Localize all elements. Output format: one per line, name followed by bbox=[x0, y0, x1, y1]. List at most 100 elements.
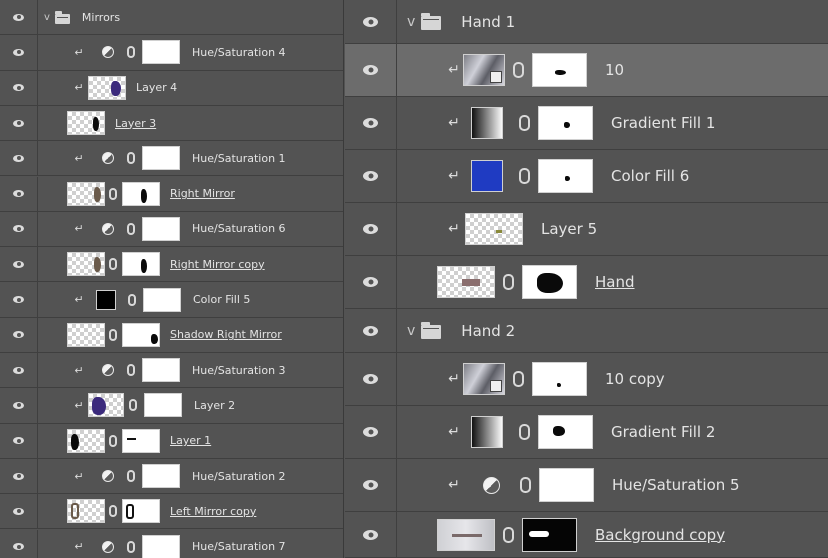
visibility-toggle[interactable] bbox=[0, 247, 38, 282]
eye-icon[interactable] bbox=[363, 224, 378, 234]
link-chain-icon[interactable] bbox=[519, 168, 530, 184]
visibility-toggle[interactable] bbox=[0, 529, 38, 558]
visibility-toggle[interactable] bbox=[0, 70, 38, 105]
link-chain-icon[interactable] bbox=[127, 540, 135, 553]
mask-thumbnail[interactable] bbox=[122, 322, 160, 347]
visibility-toggle[interactable] bbox=[0, 494, 38, 529]
link-chain-icon[interactable] bbox=[127, 46, 135, 59]
smart-object-thumbnail[interactable] bbox=[463, 363, 505, 395]
mask-thumbnail[interactable] bbox=[532, 53, 587, 87]
layer-row[interactable]: Shadow Right Mirror bbox=[0, 317, 343, 353]
mask-thumbnail[interactable] bbox=[122, 499, 160, 524]
layer-row[interactable]: ↵ Hue/Saturation 4 bbox=[0, 35, 343, 71]
layer-thumbnail[interactable] bbox=[67, 181, 105, 206]
mask-thumbnail[interactable] bbox=[522, 517, 577, 552]
eye-icon[interactable] bbox=[363, 171, 378, 181]
link-chain-icon[interactable] bbox=[127, 470, 135, 483]
layer-name[interactable]: Hue/Saturation 3 bbox=[192, 364, 286, 377]
link-chain-icon[interactable] bbox=[503, 274, 514, 290]
layer-row[interactable]: ↵ Layer 4 bbox=[0, 70, 343, 106]
eye-icon[interactable] bbox=[363, 529, 378, 540]
link-chain-icon[interactable] bbox=[109, 328, 117, 341]
layer-row-group-hand-1[interactable]: v Hand 1 bbox=[345, 0, 828, 44]
layer-name[interactable]: Color Fill 5 bbox=[193, 293, 250, 306]
layer-thumbnail[interactable] bbox=[67, 499, 105, 524]
chevron-down-icon[interactable]: v bbox=[407, 323, 415, 339]
eye-icon[interactable] bbox=[363, 16, 378, 27]
eye-icon[interactable] bbox=[363, 118, 378, 128]
layer-name[interactable]: Hue/Saturation 1 bbox=[192, 152, 286, 165]
eye-icon[interactable] bbox=[13, 331, 24, 339]
layer-thumbnail[interactable] bbox=[88, 75, 126, 100]
visibility-toggle[interactable] bbox=[345, 459, 397, 511]
link-chain-icon[interactable] bbox=[127, 152, 135, 165]
link-chain-icon[interactable] bbox=[128, 293, 136, 306]
mask-thumbnail[interactable] bbox=[142, 358, 180, 383]
layer-name[interactable]: Background copy bbox=[595, 526, 725, 544]
eye-icon[interactable] bbox=[13, 296, 24, 304]
layer-thumbnail[interactable] bbox=[88, 393, 124, 418]
visibility-toggle[interactable] bbox=[0, 317, 38, 352]
visibility-toggle[interactable] bbox=[0, 388, 38, 423]
layer-row[interactable]: ↵ Color Fill 6 bbox=[345, 150, 828, 203]
visibility-toggle[interactable] bbox=[345, 309, 397, 352]
layer-thumbnail[interactable] bbox=[465, 213, 523, 245]
visibility-toggle[interactable] bbox=[345, 406, 397, 458]
layer-name[interactable]: Hue/Saturation 2 bbox=[192, 470, 286, 483]
layer-name[interactable]: Left Mirror copy bbox=[170, 505, 256, 518]
mask-thumbnail[interactable] bbox=[538, 159, 593, 193]
eye-icon[interactable] bbox=[13, 48, 24, 56]
layer-row[interactable]: Layer 1 bbox=[0, 423, 343, 459]
layer-name[interactable]: Hand bbox=[595, 273, 635, 291]
eye-icon[interactable] bbox=[13, 543, 24, 551]
layer-name[interactable]: Layer 4 bbox=[136, 81, 177, 94]
eye-icon[interactable] bbox=[13, 84, 24, 92]
link-chain-icon[interactable] bbox=[127, 222, 135, 235]
layer-row[interactable]: ↵ Color Fill 5 bbox=[0, 282, 343, 318]
layer-name[interactable]: Hand 2 bbox=[461, 322, 515, 340]
mask-thumbnail[interactable] bbox=[142, 216, 180, 241]
mask-thumbnail[interactable] bbox=[142, 40, 180, 65]
layer-name[interactable]: Hue/Saturation 5 bbox=[612, 476, 740, 494]
layer-row[interactable]: ↵ Hue/Saturation 5 bbox=[345, 459, 828, 512]
visibility-toggle[interactable] bbox=[345, 256, 397, 308]
layer-name[interactable]: Hue/Saturation 6 bbox=[192, 222, 286, 235]
visibility-toggle[interactable] bbox=[345, 353, 397, 405]
visibility-toggle[interactable] bbox=[0, 0, 38, 35]
eye-icon[interactable] bbox=[13, 472, 24, 480]
layer-row[interactable]: Background copy bbox=[345, 512, 828, 558]
chevron-down-icon[interactable]: v bbox=[44, 12, 50, 23]
layer-row-group-hand-2[interactable]: v Hand 2 bbox=[345, 309, 828, 353]
layer-name[interactable]: Layer 1 bbox=[170, 434, 211, 447]
visibility-toggle[interactable] bbox=[0, 35, 38, 70]
link-chain-icon[interactable] bbox=[109, 505, 117, 518]
visibility-toggle[interactable] bbox=[345, 0, 397, 43]
mask-thumbnail[interactable] bbox=[532, 362, 587, 396]
link-chain-icon[interactable] bbox=[109, 434, 117, 447]
gradient-fill-thumbnail[interactable] bbox=[471, 416, 503, 448]
layer-row[interactable]: Right Mirror bbox=[0, 176, 343, 212]
layer-name[interactable]: Gradient Fill 2 bbox=[611, 423, 715, 441]
mask-thumbnail[interactable] bbox=[142, 464, 180, 489]
layer-thumbnail[interactable] bbox=[67, 428, 105, 453]
visibility-toggle[interactable] bbox=[0, 105, 38, 141]
layer-row[interactable]: ↵ Gradient Fill 1 bbox=[345, 97, 828, 150]
layer-row[interactable]: Left Mirror copy bbox=[0, 494, 343, 530]
layer-name[interactable]: Right Mirror bbox=[170, 187, 235, 200]
layer-row-group-mirrors[interactable]: v Mirrors bbox=[0, 0, 343, 36]
eye-icon[interactable] bbox=[13, 366, 24, 374]
layer-row[interactable]: ↵ 10 copy bbox=[345, 353, 828, 406]
eye-icon[interactable] bbox=[13, 190, 24, 198]
layer-name[interactable]: Shadow Right Mirror bbox=[170, 328, 282, 341]
mask-thumbnail[interactable] bbox=[122, 428, 160, 453]
visibility-toggle[interactable] bbox=[0, 211, 38, 247]
layer-name[interactable]: Layer 3 bbox=[115, 117, 156, 130]
layer-name[interactable]: 10 copy bbox=[605, 370, 665, 388]
mask-thumbnail[interactable] bbox=[538, 415, 593, 449]
eye-icon[interactable] bbox=[363, 374, 378, 384]
link-chain-icon[interactable] bbox=[129, 399, 137, 412]
link-chain-icon[interactable] bbox=[520, 477, 531, 493]
layer-row[interactable]: ↵ Hue/Saturation 6 bbox=[0, 211, 343, 248]
visibility-toggle[interactable] bbox=[345, 512, 397, 557]
eye-icon[interactable] bbox=[13, 437, 24, 445]
